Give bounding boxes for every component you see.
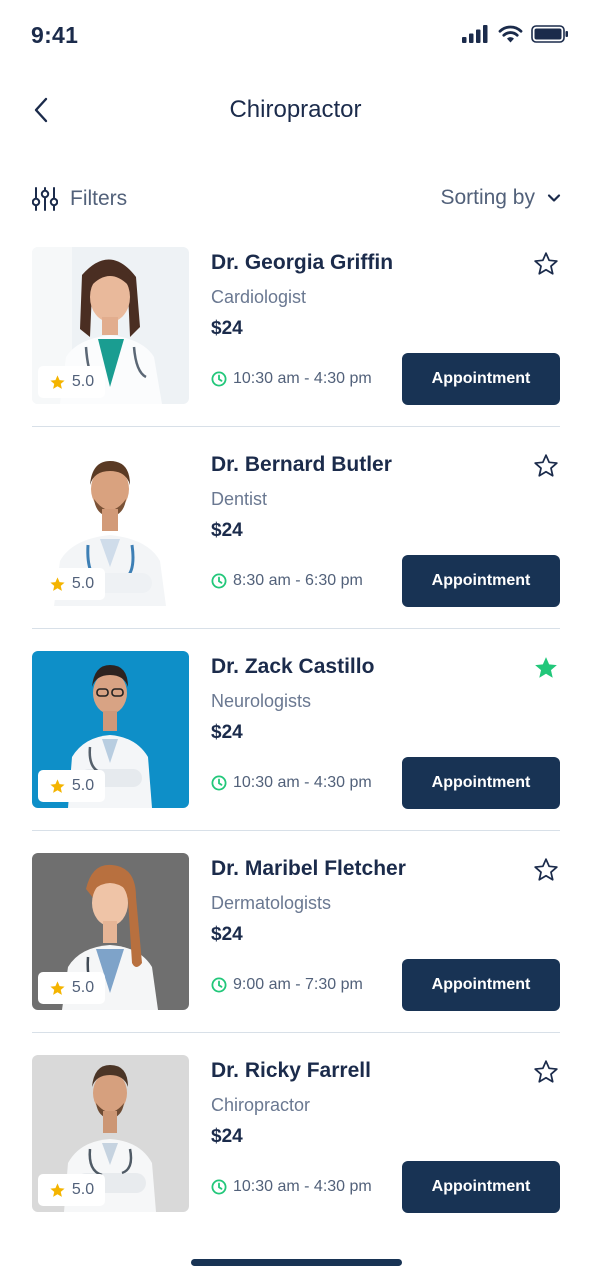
divider — [32, 426, 560, 427]
doctor-photo: 5.0 — [32, 651, 189, 808]
sort-label: Sorting by — [440, 186, 535, 209]
star-icon — [50, 778, 65, 793]
rating-value: 5.0 — [71, 979, 95, 996]
status-bar: 9:41 — [0, 0, 591, 70]
rating-badge: 5.0 — [38, 1174, 105, 1206]
rating-value: 5.0 — [71, 1181, 95, 1198]
filters-button[interactable]: Filters — [32, 186, 127, 212]
rating-badge: 5.0 — [38, 568, 105, 600]
doctor-specialty: Neurologists — [211, 691, 312, 711]
chevron-down-icon — [547, 194, 561, 202]
clock-icon — [211, 371, 227, 387]
doctor-photo: 5.0 — [32, 853, 189, 1010]
star-outline-icon — [534, 454, 558, 477]
hours-row: 9:00 am - 7:30 pm — [211, 976, 363, 994]
doctor-price: $24 — [211, 722, 243, 743]
favorite-button[interactable] — [532, 856, 560, 884]
star-icon — [50, 374, 65, 389]
favorite-button[interactable] — [532, 250, 560, 278]
clock-icon — [211, 977, 227, 993]
doctor-price: $24 — [211, 1126, 243, 1147]
appointment-button[interactable]: Appointment — [402, 353, 560, 405]
home-indicator[interactable] — [191, 1259, 402, 1266]
status-time: 9:41 — [31, 22, 79, 48]
divider — [32, 1032, 560, 1033]
rating-badge: 5.0 — [38, 366, 105, 398]
doctor-name[interactable]: Dr. Zack Castillo — [211, 655, 374, 679]
favorite-button[interactable] — [532, 654, 560, 682]
star-filled-icon — [535, 657, 557, 678]
signal-icon — [462, 25, 488, 43]
status-icons — [462, 25, 569, 43]
doctor-hours: 10:30 am - 4:30 pm — [233, 370, 372, 387]
nav-bar: Chiropractor — [0, 85, 591, 135]
clock-icon — [211, 1179, 227, 1195]
clock-icon — [211, 775, 227, 791]
favorite-button[interactable] — [532, 452, 560, 480]
star-outline-icon — [534, 1060, 558, 1083]
hours-row: 10:30 am - 4:30 pm — [211, 774, 372, 792]
page-title: Chiropractor — [229, 96, 362, 123]
sliders-icon — [32, 187, 58, 211]
divider — [32, 830, 560, 831]
appointment-button[interactable]: Appointment — [402, 1161, 560, 1213]
star-outline-icon — [534, 858, 558, 881]
doctor-name[interactable]: Dr. Ricky Farrell — [211, 1059, 371, 1083]
doctor-card[interactable]: 5.0 Dr. Ricky Farrell Chiropractor $24 1… — [32, 1055, 560, 1257]
clock-icon — [211, 573, 227, 589]
doctor-price: $24 — [211, 924, 243, 945]
appointment-button[interactable]: Appointment — [402, 959, 560, 1011]
divider — [32, 628, 560, 629]
appointment-button[interactable]: Appointment — [402, 757, 560, 809]
doctor-name[interactable]: Dr. Bernard Butler — [211, 453, 392, 477]
sort-dropdown[interactable]: Sorting by — [440, 186, 561, 210]
doctor-specialty: Cardiologist — [211, 287, 307, 307]
doctor-card[interactable]: 5.0 Dr. Maribel Fletcher Dermatologists … — [32, 853, 560, 1055]
doctor-name[interactable]: Dr. Maribel Fletcher — [211, 857, 406, 881]
doctor-photo: 5.0 — [32, 449, 189, 606]
appointment-button[interactable]: Appointment — [402, 555, 560, 607]
star-icon — [50, 980, 65, 995]
doctor-specialty: Dentist — [211, 489, 268, 509]
doctor-hours: 10:30 am - 4:30 pm — [233, 774, 372, 791]
hours-row: 10:30 am - 4:30 pm — [211, 370, 372, 388]
hours-row: 10:30 am - 4:30 pm — [211, 1178, 372, 1196]
doctor-name[interactable]: Dr. Georgia Griffin — [211, 251, 393, 275]
wifi-icon — [498, 25, 523, 43]
doctor-photo: 5.0 — [32, 1055, 189, 1212]
doctor-price: $24 — [211, 520, 243, 541]
star-outline-icon — [534, 252, 558, 275]
doctor-hours: 10:30 am - 4:30 pm — [233, 1178, 372, 1195]
doctor-specialty: Dermatologists — [211, 893, 332, 913]
battery-icon — [531, 25, 568, 43]
rating-badge: 5.0 — [38, 972, 105, 1004]
doctor-photo: 5.0 — [32, 247, 189, 404]
rating-badge: 5.0 — [38, 770, 105, 802]
doctor-card[interactable]: 5.0 Dr. Zack Castillo Neurologists $24 1… — [32, 651, 560, 853]
doctor-card[interactable]: 5.0 Dr. Bernard Butler Dentist $24 8:30 … — [32, 449, 560, 651]
doctor-specialty: Chiropractor — [211, 1095, 311, 1115]
rating-value: 5.0 — [71, 373, 95, 390]
doctor-list: 5.0 Dr. Georgia Griffin Cardiologist $24… — [32, 247, 560, 1257]
doctor-hours: 9:00 am - 7:30 pm — [233, 976, 363, 993]
star-icon — [50, 1182, 65, 1197]
rating-value: 5.0 — [71, 777, 95, 794]
doctor-card[interactable]: 5.0 Dr. Georgia Griffin Cardiologist $24… — [32, 247, 560, 449]
favorite-button[interactable] — [532, 1058, 560, 1086]
star-icon — [50, 576, 65, 591]
hours-row: 8:30 am - 6:30 pm — [211, 572, 363, 590]
filters-label: Filters — [70, 187, 128, 210]
rating-value: 5.0 — [71, 575, 95, 592]
filter-row: Filters Sorting by — [0, 180, 591, 220]
doctor-hours: 8:30 am - 6:30 pm — [233, 572, 363, 589]
doctor-price: $24 — [211, 318, 243, 339]
